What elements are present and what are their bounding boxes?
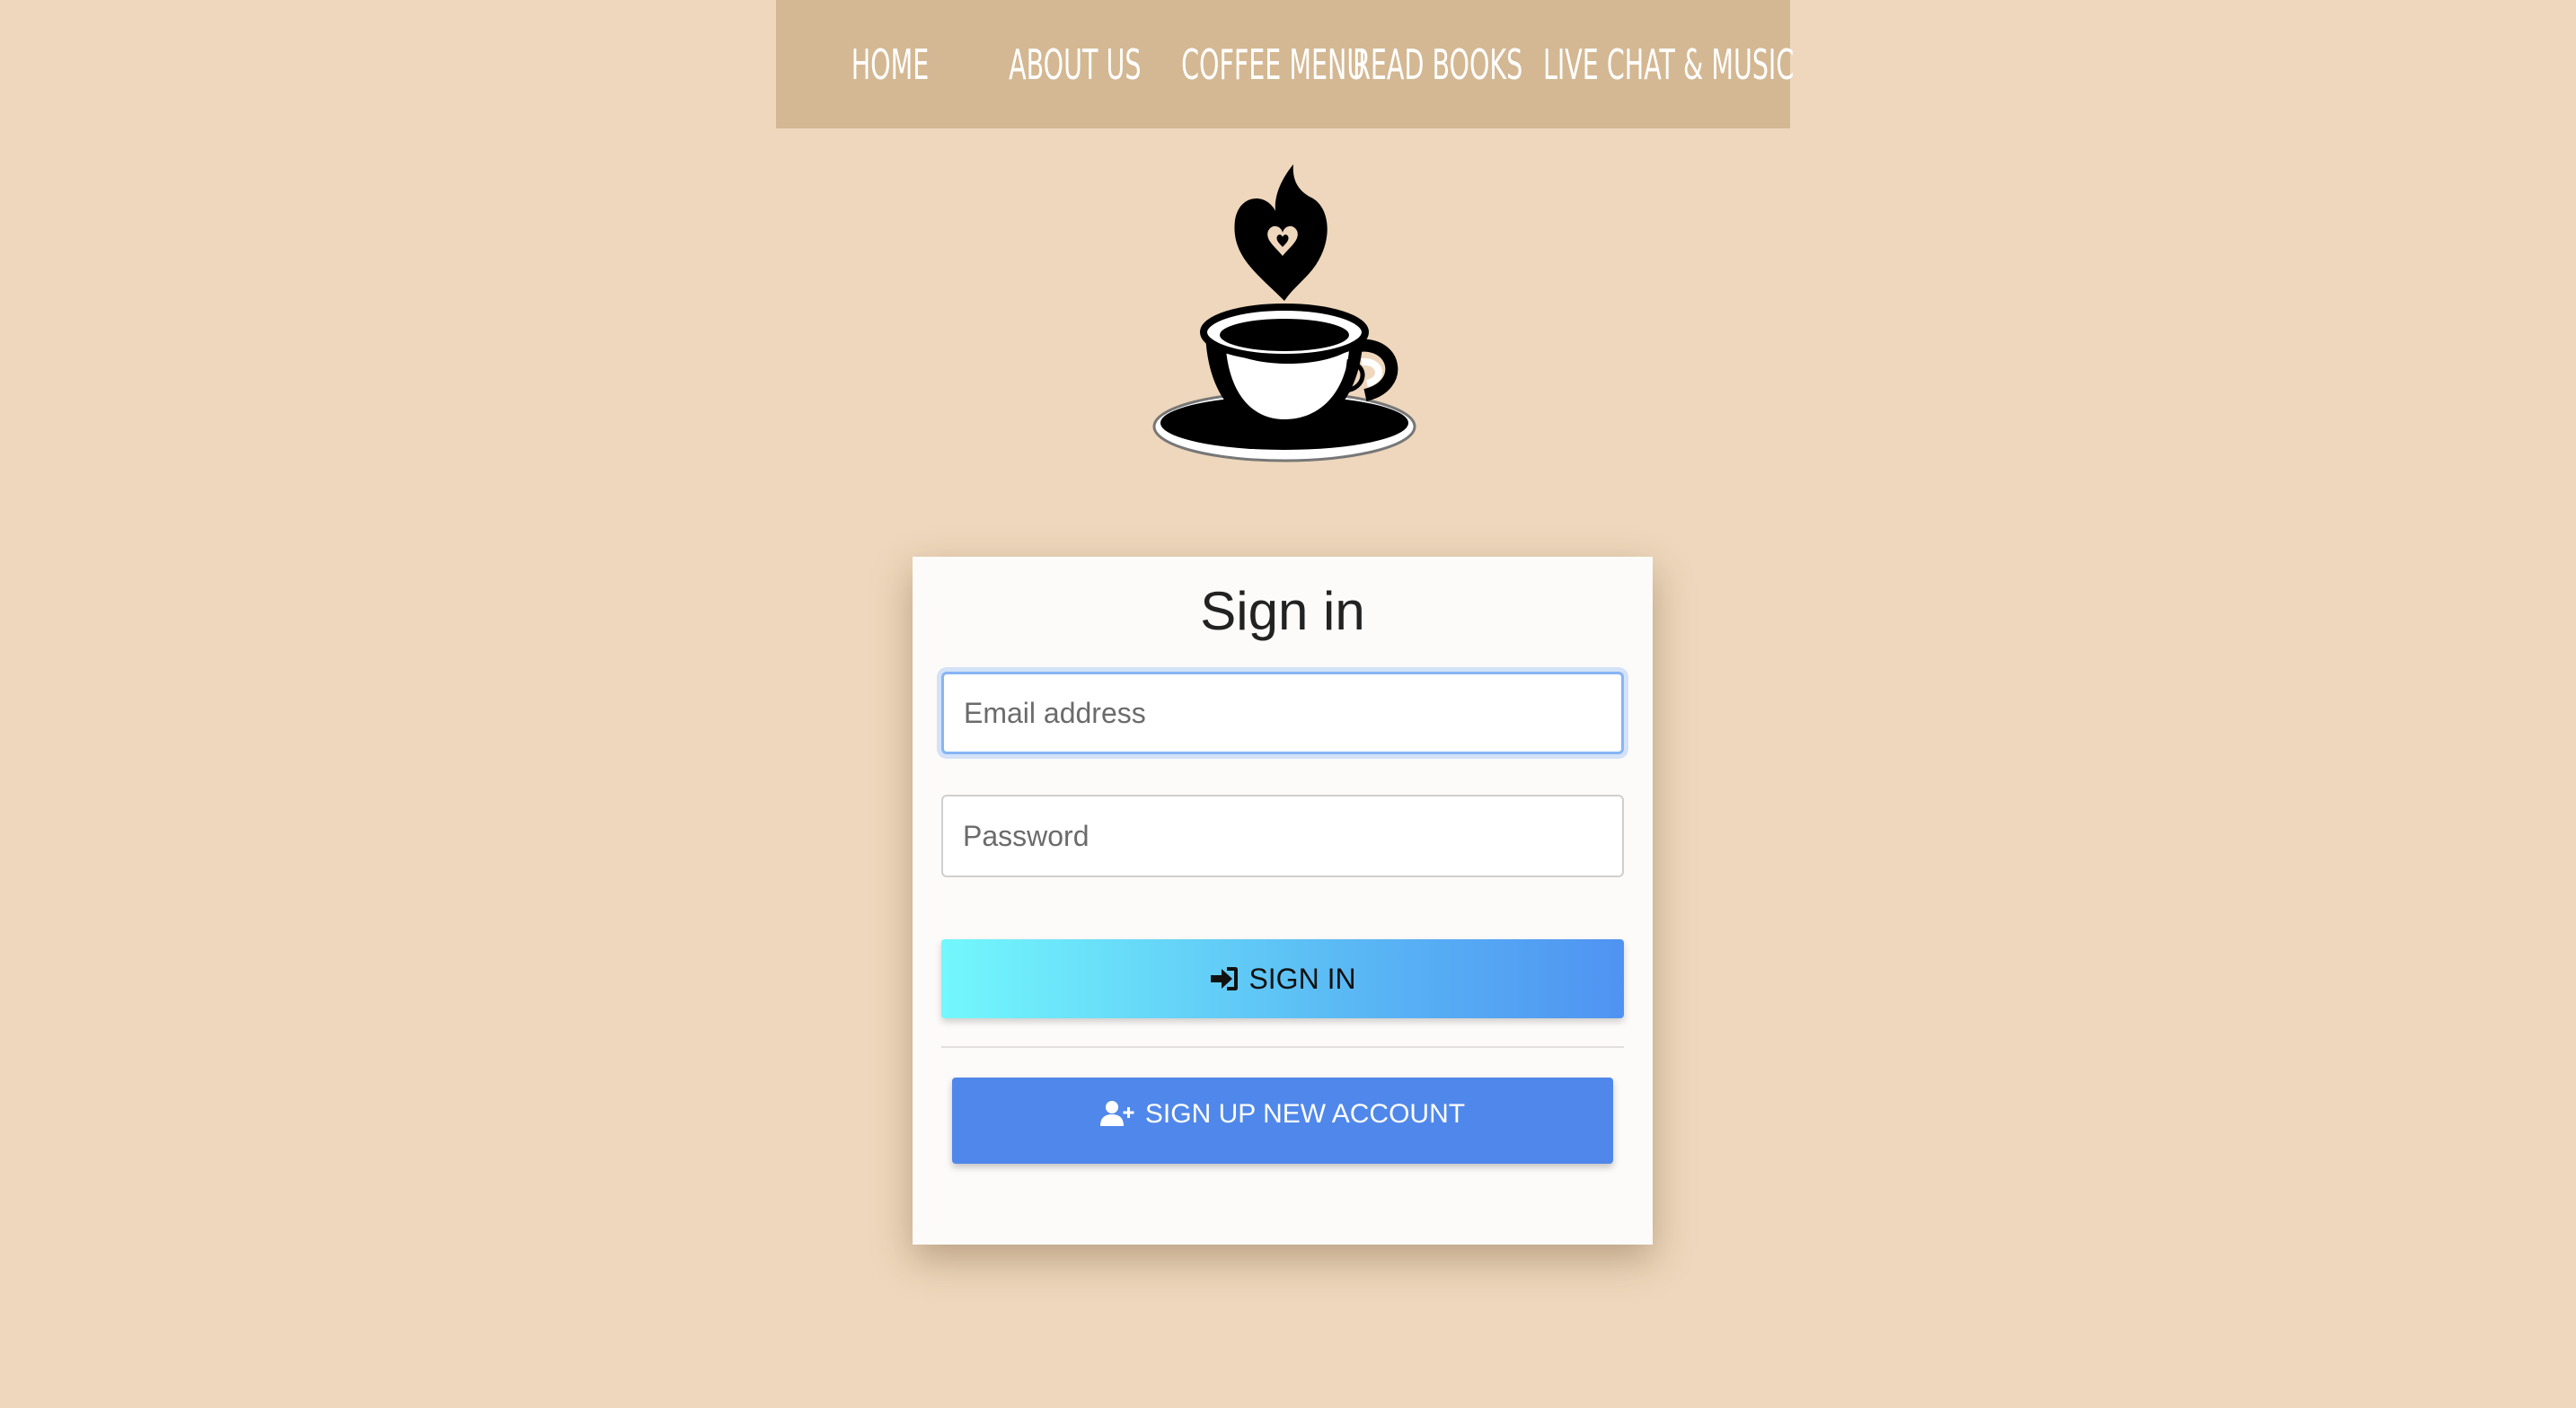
sign-in-icon (1209, 965, 1239, 992)
nav-item-live-chat-music[interactable]: LIVE CHAT & MUSIC (1543, 40, 1794, 89)
nav-item-read-books[interactable]: READ BOOKS (1353, 40, 1522, 89)
signin-title: Sign in (1200, 581, 1365, 641)
nav-item-coffee-menu[interactable]: COFFEE MENU (1181, 40, 1365, 89)
signup-new-account-button[interactable]: SIGN UP NEW ACCOUNT (952, 1078, 1613, 1164)
email-field[interactable] (941, 672, 1624, 754)
nav-item-home[interactable]: HOME (837, 40, 943, 89)
signin-card: Sign in SIGN IN SIGN UP NEW ACCOUNT (913, 557, 1653, 1245)
signin-button[interactable]: SIGN IN (941, 939, 1624, 1018)
password-field[interactable] (941, 795, 1624, 877)
divider (941, 1046, 1624, 1048)
user-plus-icon (1099, 1099, 1136, 1128)
top-navbar: HOME ABOUT US COFFEE MENU READ BOOKS LIV… (776, 0, 1794, 128)
coffee-cup-logo-icon (1150, 157, 1419, 471)
signup-button-label: SIGN UP NEW ACCOUNT (1144, 1099, 1466, 1129)
signin-button-label: SIGN IN (1248, 962, 1356, 995)
nav-item-about-us[interactable]: ABOUT US (1009, 40, 1141, 89)
